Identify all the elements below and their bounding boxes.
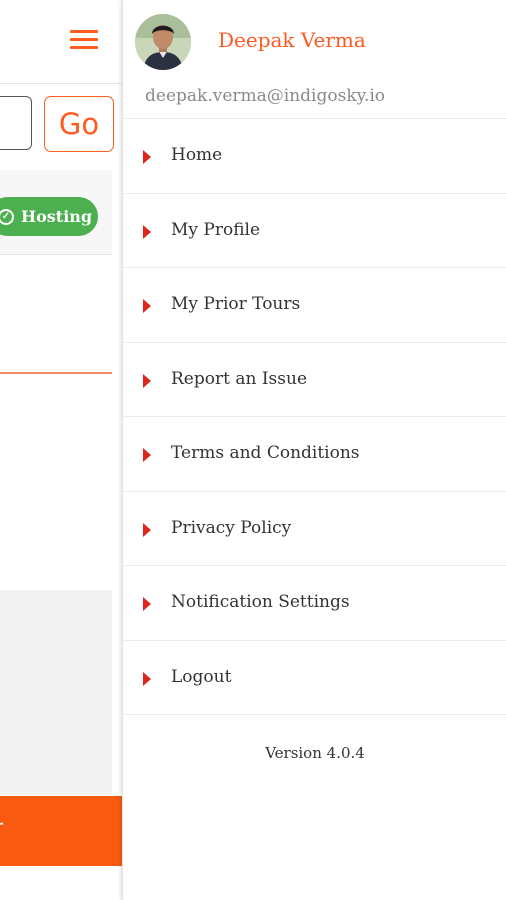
menu-item-notification-settings[interactable]: Notification Settings	[123, 566, 506, 641]
menu-item-label: Home	[171, 145, 223, 165]
menu-item-home[interactable]: Home	[123, 119, 506, 194]
drawer-menu: Home My Profile My Prior Tours Report an…	[123, 119, 506, 715]
menu-item-label: Logout	[171, 666, 232, 687]
hamburger-menu-icon[interactable]	[70, 28, 100, 50]
status-badge: ✓ Hosting	[0, 197, 98, 236]
user-email: deepak.verma@indigosky.io	[145, 86, 386, 106]
go-button[interactable]: Go	[44, 96, 114, 152]
menu-item-label: Report an Issue	[171, 368, 307, 389]
caret-right-icon	[143, 671, 151, 686]
caret-right-icon	[143, 522, 151, 537]
avatar[interactable]	[135, 14, 191, 70]
menu-item-report-issue[interactable]: Report an Issue	[123, 343, 506, 417]
caret-right-icon	[143, 150, 151, 164]
caret-right-icon	[143, 597, 151, 611]
caret-right-icon	[143, 448, 151, 462]
search-input[interactable]	[0, 96, 32, 150]
menu-item-privacy-policy[interactable]: Privacy Policy	[123, 492, 506, 566]
check-circle-icon: ✓	[0, 208, 14, 225]
header-divider	[0, 83, 122, 84]
caret-right-icon	[143, 373, 151, 388]
menu-item-my-prior-tours[interactable]: My Prior Tours	[123, 268, 506, 343]
menu-item-label: Terms and Conditions	[171, 443, 360, 463]
menu-item-label: My Prior Tours	[171, 294, 301, 314]
user-name: Deepak Verma	[218, 28, 366, 52]
menu-item-label: My Profile	[171, 219, 261, 240]
content-panel	[0, 590, 112, 795]
section-divider	[0, 372, 112, 374]
bottom-action-bar[interactable]: r	[0, 796, 122, 866]
navigation-drawer: Deepak Verma deepak.verma@indigosky.io H…	[122, 0, 506, 900]
app-screen: Go ✓ Hosting r De	[0, 0, 506, 900]
background-page: Go ✓ Hosting r	[0, 0, 122, 900]
menu-item-label: Privacy Policy	[171, 517, 292, 538]
user-photo-icon	[135, 14, 191, 70]
bottom-bar-text: r	[0, 816, 3, 841]
menu-item-label: Notification Settings	[171, 592, 350, 612]
caret-right-icon	[143, 224, 151, 239]
menu-item-logout[interactable]: Logout	[123, 641, 506, 715]
app-version: Version 4.0.4	[265, 744, 365, 762]
menu-item-terms[interactable]: Terms and Conditions	[123, 417, 506, 492]
drawer-header: Deepak Verma deepak.verma@indigosky.io	[123, 0, 506, 119]
caret-right-icon	[143, 299, 151, 313]
status-badge-label: Hosting	[21, 207, 93, 226]
menu-item-my-profile[interactable]: My Profile	[123, 194, 506, 268]
